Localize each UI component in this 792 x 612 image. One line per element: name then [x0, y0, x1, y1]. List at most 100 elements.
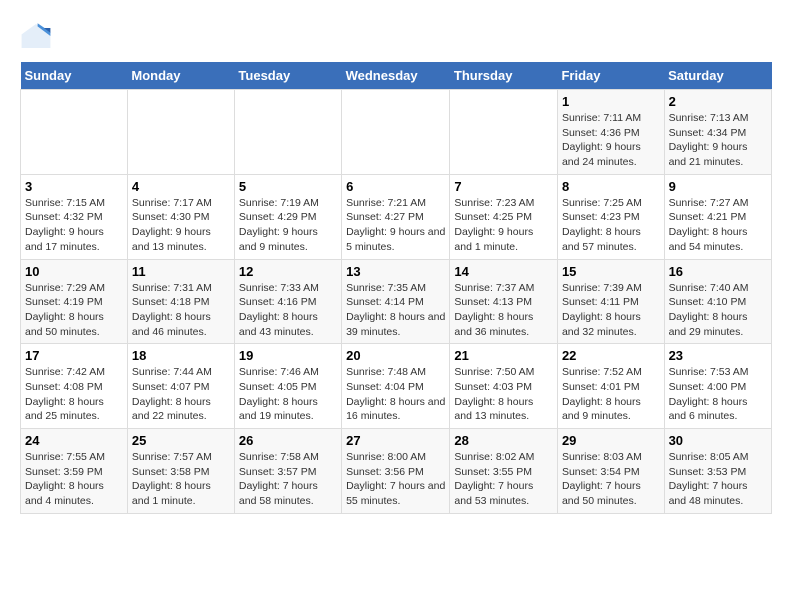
day-number: 15	[562, 264, 660, 279]
calendar-cell: 23 Sunrise: 7:53 AM Sunset: 4:00 PM Dayli…	[664, 344, 771, 429]
day-number: 24	[25, 433, 123, 448]
calendar-cell	[127, 90, 234, 175]
weekday-header: Thursday	[450, 62, 558, 90]
day-number: 8	[562, 179, 660, 194]
calendar-week-row: 10 Sunrise: 7:29 AM Sunset: 4:19 PM Dayli…	[21, 259, 772, 344]
day-info: Sunrise: 7:11 AM Sunset: 4:36 PM Dayligh…	[562, 111, 660, 170]
calendar-cell: 3 Sunrise: 7:15 AM Sunset: 4:32 PM Daylig…	[21, 174, 128, 259]
logo	[20, 20, 56, 52]
calendar-cell: 4Sunrise: 7:17 AM Sunset: 4:30 PM Daylig…	[127, 174, 234, 259]
calendar-cell: 9 Sunrise: 7:27 AM Sunset: 4:21 PM Daylig…	[664, 174, 771, 259]
calendar-cell	[450, 90, 558, 175]
calendar-cell: 1 Sunrise: 7:11 AM Sunset: 4:36 PM Daylig…	[557, 90, 664, 175]
calendar-week-row: 24 Sunrise: 7:55 AM Sunset: 3:59 PM Dayli…	[21, 429, 772, 514]
day-number: 27	[346, 433, 445, 448]
calendar-cell: 10 Sunrise: 7:29 AM Sunset: 4:19 PM Dayli…	[21, 259, 128, 344]
day-number: 16	[669, 264, 767, 279]
day-info: Sunrise: 8:00 AM Sunset: 3:56 PM Dayligh…	[346, 450, 445, 509]
calendar-cell	[234, 90, 341, 175]
day-number: 1	[562, 94, 660, 109]
day-number: 19	[239, 348, 337, 363]
day-info: Sunrise: 7:13 AM Sunset: 4:34 PM Dayligh…	[669, 111, 767, 170]
day-number: 23	[669, 348, 767, 363]
calendar-cell: 20 Sunrise: 7:48 AM Sunset: 4:04 PM Dayli…	[342, 344, 450, 429]
day-number: 7	[454, 179, 553, 194]
calendar-cell: 21 Sunrise: 7:50 AM Sunset: 4:03 PM Dayli…	[450, 344, 558, 429]
day-number: 29	[562, 433, 660, 448]
day-number: 3	[25, 179, 123, 194]
day-info: Sunrise: 7:57 AM Sunset: 3:58 PM Dayligh…	[132, 450, 230, 509]
day-info: Sunrise: 7:25 AM Sunset: 4:23 PM Dayligh…	[562, 196, 660, 255]
page-header	[20, 20, 772, 52]
day-info: Sunrise: 8:05 AM Sunset: 3:53 PM Dayligh…	[669, 450, 767, 509]
day-info: Sunrise: 7:53 AM Sunset: 4:00 PM Dayligh…	[669, 365, 767, 424]
calendar-cell: 27 Sunrise: 8:00 AM Sunset: 3:56 PM Dayli…	[342, 429, 450, 514]
day-number: 25	[132, 433, 230, 448]
day-info: Sunrise: 7:27 AM Sunset: 4:21 PM Dayligh…	[669, 196, 767, 255]
day-info: Sunrise: 7:23 AM Sunset: 4:25 PM Dayligh…	[454, 196, 553, 255]
weekday-header: Monday	[127, 62, 234, 90]
calendar-cell: 24 Sunrise: 7:55 AM Sunset: 3:59 PM Dayli…	[21, 429, 128, 514]
day-number: 4	[132, 179, 230, 194]
day-number: 9	[669, 179, 767, 194]
calendar-cell: 29 Sunrise: 8:03 AM Sunset: 3:54 PM Dayli…	[557, 429, 664, 514]
day-number: 21	[454, 348, 553, 363]
day-number: 30	[669, 433, 767, 448]
day-info: Sunrise: 7:42 AM Sunset: 4:08 PM Dayligh…	[25, 365, 123, 424]
calendar-cell: 2 Sunrise: 7:13 AM Sunset: 4:34 PM Daylig…	[664, 90, 771, 175]
day-number: 18	[132, 348, 230, 363]
weekday-header-row: SundayMondayTuesdayWednesdayThursdayFrid…	[21, 62, 772, 90]
calendar-table: SundayMondayTuesdayWednesdayThursdayFrid…	[20, 62, 772, 514]
day-number: 10	[25, 264, 123, 279]
calendar-cell: 28Sunrise: 8:02 AM Sunset: 3:55 PM Dayli…	[450, 429, 558, 514]
day-number: 26	[239, 433, 337, 448]
day-info: Sunrise: 7:40 AM Sunset: 4:10 PM Dayligh…	[669, 281, 767, 340]
calendar-week-row: 3 Sunrise: 7:15 AM Sunset: 4:32 PM Daylig…	[21, 174, 772, 259]
calendar-cell: 6Sunrise: 7:21 AM Sunset: 4:27 PM Daylig…	[342, 174, 450, 259]
weekday-header: Sunday	[21, 62, 128, 90]
day-info: Sunrise: 7:31 AM Sunset: 4:18 PM Dayligh…	[132, 281, 230, 340]
calendar-cell: 14Sunrise: 7:37 AM Sunset: 4:13 PM Dayli…	[450, 259, 558, 344]
weekday-header: Tuesday	[234, 62, 341, 90]
day-info: Sunrise: 7:35 AM Sunset: 4:14 PM Dayligh…	[346, 281, 445, 340]
calendar-cell: 30 Sunrise: 8:05 AM Sunset: 3:53 PM Dayli…	[664, 429, 771, 514]
calendar-cell: 7 Sunrise: 7:23 AM Sunset: 4:25 PM Daylig…	[450, 174, 558, 259]
day-number: 2	[669, 94, 767, 109]
day-number: 20	[346, 348, 445, 363]
calendar-week-row: 1 Sunrise: 7:11 AM Sunset: 4:36 PM Daylig…	[21, 90, 772, 175]
day-info: Sunrise: 7:33 AM Sunset: 4:16 PM Dayligh…	[239, 281, 337, 340]
calendar-cell: 5 Sunrise: 7:19 AM Sunset: 4:29 PM Daylig…	[234, 174, 341, 259]
day-number: 13	[346, 264, 445, 279]
calendar-cell: 26 Sunrise: 7:58 AM Sunset: 3:57 PM Dayli…	[234, 429, 341, 514]
day-info: Sunrise: 8:03 AM Sunset: 3:54 PM Dayligh…	[562, 450, 660, 509]
calendar-cell: 15 Sunrise: 7:39 AM Sunset: 4:11 PM Dayli…	[557, 259, 664, 344]
day-info: Sunrise: 7:58 AM Sunset: 3:57 PM Dayligh…	[239, 450, 337, 509]
day-info: Sunrise: 7:44 AM Sunset: 4:07 PM Dayligh…	[132, 365, 230, 424]
calendar-cell: 25 Sunrise: 7:57 AM Sunset: 3:58 PM Dayli…	[127, 429, 234, 514]
day-info: Sunrise: 7:29 AM Sunset: 4:19 PM Dayligh…	[25, 281, 123, 340]
weekday-header: Saturday	[664, 62, 771, 90]
calendar-cell: 11Sunrise: 7:31 AM Sunset: 4:18 PM Dayli…	[127, 259, 234, 344]
calendar-body: 1 Sunrise: 7:11 AM Sunset: 4:36 PM Daylig…	[21, 90, 772, 514]
day-info: Sunrise: 7:55 AM Sunset: 3:59 PM Dayligh…	[25, 450, 123, 509]
day-info: Sunrise: 7:21 AM Sunset: 4:27 PM Dayligh…	[346, 196, 445, 255]
calendar-cell: 8 Sunrise: 7:25 AM Sunset: 4:23 PM Daylig…	[557, 174, 664, 259]
weekday-header: Wednesday	[342, 62, 450, 90]
day-number: 5	[239, 179, 337, 194]
day-info: Sunrise: 7:39 AM Sunset: 4:11 PM Dayligh…	[562, 281, 660, 340]
day-number: 14	[454, 264, 553, 279]
calendar-cell	[21, 90, 128, 175]
day-info: Sunrise: 7:19 AM Sunset: 4:29 PM Dayligh…	[239, 196, 337, 255]
day-info: Sunrise: 7:48 AM Sunset: 4:04 PM Dayligh…	[346, 365, 445, 424]
weekday-header: Friday	[557, 62, 664, 90]
day-info: Sunrise: 7:50 AM Sunset: 4:03 PM Dayligh…	[454, 365, 553, 424]
calendar-cell	[342, 90, 450, 175]
calendar-cell: 17Sunrise: 7:42 AM Sunset: 4:08 PM Dayli…	[21, 344, 128, 429]
day-info: Sunrise: 7:46 AM Sunset: 4:05 PM Dayligh…	[239, 365, 337, 424]
day-number: 28	[454, 433, 553, 448]
day-number: 22	[562, 348, 660, 363]
calendar-header: SundayMondayTuesdayWednesdayThursdayFrid…	[21, 62, 772, 90]
logo-icon	[20, 20, 52, 52]
day-info: Sunrise: 7:15 AM Sunset: 4:32 PM Dayligh…	[25, 196, 123, 255]
calendar-cell: 16 Sunrise: 7:40 AM Sunset: 4:10 PM Dayli…	[664, 259, 771, 344]
